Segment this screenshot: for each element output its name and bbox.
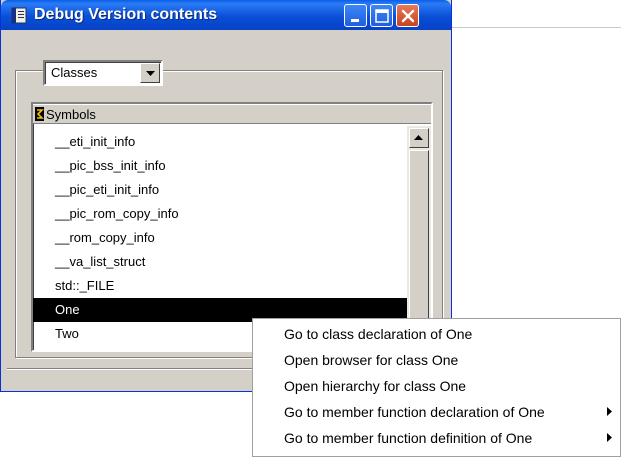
menu-item-label: Go to member function declaration of One	[284, 404, 545, 420]
minimize-icon	[351, 19, 359, 22]
window-title: Debug Version contents	[34, 6, 218, 23]
menu-item-label: Go to class declaration of One	[284, 326, 473, 342]
context-menu: Go to class declaration of One Open brow…	[252, 318, 621, 457]
menu-item-open-hierarchy[interactable]: Open hierarchy for class One	[253, 374, 620, 398]
title-bar[interactable]: Debug Version contents	[1, 0, 451, 30]
menu-item-go-to-class-declaration[interactable]: Go to class declaration of One	[253, 322, 620, 346]
menu-item-label: Open browser for class One	[284, 352, 459, 368]
maximize-icon	[375, 9, 389, 23]
chevron-down-icon	[146, 71, 155, 76]
category-combobox[interactable]: Classes	[43, 60, 163, 86]
background-divider	[452, 27, 621, 28]
list-item[interactable]: __pic_bss_init_info	[33, 154, 407, 178]
menu-item-open-browser[interactable]: Open browser for class One	[253, 348, 620, 372]
maximize-button[interactable]	[370, 4, 393, 27]
menu-item-label: Go to member function definition of One	[284, 430, 533, 446]
symbols-list[interactable]: Symbols __eti_init_info __pic_bss_init_i…	[31, 102, 433, 352]
scroll-up-arrow-icon	[414, 135, 423, 140]
submenu-arrow-icon	[607, 407, 612, 416]
list-item[interactable]: __rom_copy_info	[33, 226, 407, 250]
book-icon	[11, 7, 27, 24]
list-header-label: Symbols	[46, 107, 96, 122]
combobox-dropdown-button[interactable]	[140, 63, 160, 83]
minimize-button[interactable]	[344, 4, 367, 27]
scroll-up-button[interactable]	[409, 128, 429, 148]
menu-item-label: Open hierarchy for class One	[284, 378, 467, 394]
submenu-arrow-icon	[607, 433, 612, 442]
list-item[interactable]: __pic_rom_copy_info	[33, 202, 407, 226]
list-item[interactable]: __eti_init_info	[33, 130, 407, 154]
close-button[interactable]	[396, 4, 419, 27]
list-header[interactable]: Symbols	[33, 104, 431, 124]
symbol-icon	[35, 107, 45, 121]
menu-item-member-function-declaration[interactable]: Go to member function declaration of One	[253, 400, 620, 424]
list-item[interactable]: __va_list_struct	[33, 250, 407, 274]
list-item[interactable]: std::_FILE	[33, 274, 407, 298]
list-item[interactable]: __pic_eti_init_info	[33, 178, 407, 202]
close-icon	[401, 9, 415, 23]
menu-item-member-function-definition[interactable]: Go to member function definition of One	[253, 426, 620, 450]
combobox-value: Classes	[51, 65, 98, 80]
